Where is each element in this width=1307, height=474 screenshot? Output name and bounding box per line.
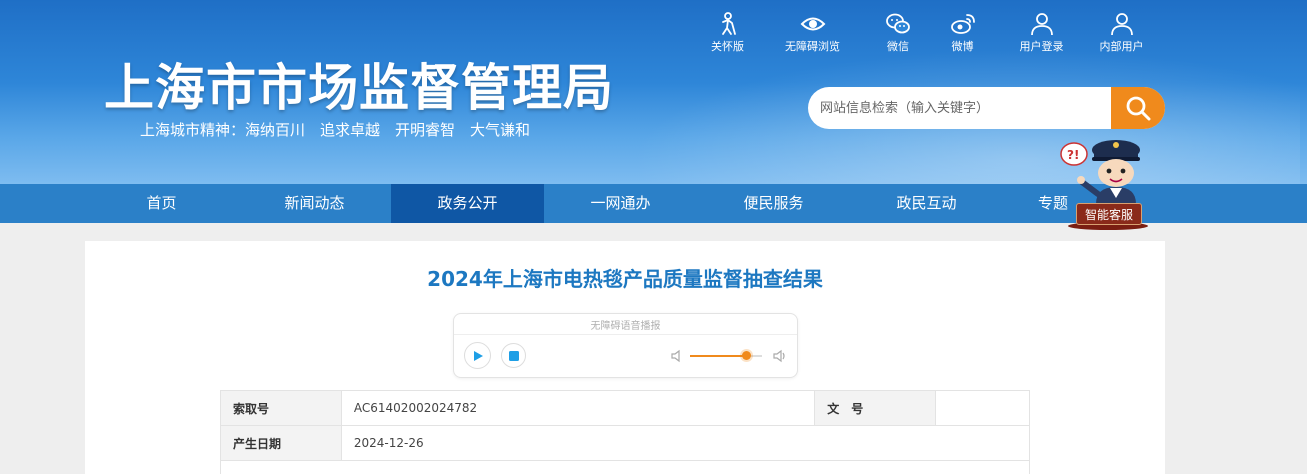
date-label: 产生日期	[220, 425, 342, 461]
audio-player-label: 无障碍语音播报	[454, 317, 797, 335]
internal-user-button[interactable]: 内部用户	[1084, 12, 1159, 54]
svg-text:?!: ?!	[1067, 148, 1079, 162]
date-value: 2024-12-26	[340, 425, 1031, 461]
user-login-button[interactable]: 用户登录	[999, 12, 1084, 54]
customer-service-label[interactable]: 智能客服	[1076, 203, 1142, 225]
table-row: 索取号 AC61402002024782 文 号	[220, 390, 1030, 426]
elder-care-icon	[721, 12, 736, 35]
wechat-label: 微信	[887, 40, 909, 53]
internal-user-label: 内部用户	[1099, 40, 1144, 53]
top-toolbar: 关怀版 无障碍浏览 微信 微博 用户登录 内部用户	[700, 12, 1159, 54]
weibo-label: 微博	[951, 40, 974, 53]
nav-item-news[interactable]: 新闻动态	[238, 184, 391, 223]
document-number-value	[935, 390, 1030, 426]
elder-care-label: 关怀版	[711, 40, 744, 53]
stop-icon	[508, 350, 519, 361]
eye-icon	[800, 17, 825, 31]
play-icon	[473, 350, 483, 361]
article-title: 2024年上海市电热毯产品质量监督抽查结果	[427, 267, 823, 291]
volume-slider[interactable]	[690, 351, 762, 360]
table-row	[220, 460, 1030, 474]
stop-button[interactable]	[501, 343, 526, 368]
accessible-browse-button[interactable]: 无障碍浏览	[755, 12, 870, 54]
site-search	[808, 87, 1165, 129]
nav-item-government-affairs[interactable]: 政务公开	[391, 184, 544, 223]
nav-item-public-service[interactable]: 便民服务	[697, 184, 850, 223]
volume-low-icon	[671, 349, 680, 363]
weibo-button[interactable]: 微博	[926, 12, 999, 54]
search-button[interactable]	[1111, 87, 1165, 129]
site-title[interactable]: 上海市市场监督管理局	[104, 48, 614, 120]
index-number-value: AC61402002024782	[340, 390, 816, 426]
volume-high-icon	[773, 349, 785, 363]
accessible-browse-label: 无障碍浏览	[785, 40, 840, 53]
document-number-label: 文 号	[814, 390, 937, 426]
wechat-button[interactable]: 微信	[870, 12, 926, 54]
city-spirit-slogan: 上海城市精神：海纳百川 追求卓越 开明睿智 大气谦和	[140, 121, 531, 139]
nav-item-home[interactable]: 首页	[85, 184, 238, 223]
elder-care-mode-button[interactable]: 关怀版	[700, 12, 755, 54]
audio-player: 无障碍语音播报	[453, 313, 798, 378]
search-icon	[1126, 96, 1151, 121]
nav-item-interaction[interactable]: 政民互动	[850, 184, 1003, 223]
play-button[interactable]	[464, 342, 491, 369]
user-icon	[1110, 13, 1133, 36]
user-login-label: 用户登录	[1019, 40, 1064, 53]
nav-item-one-stop-service[interactable]: 一网通办	[544, 184, 697, 223]
volume-fill	[690, 355, 747, 357]
article-container: 2024年上海市电热毯产品质量监督抽查结果 无障碍语音播报 索取号 AC6140…	[85, 241, 1165, 474]
document-info-table: 索取号 AC61402002024782 文 号 产生日期 2024-12-26	[220, 390, 1031, 474]
table-row: 产生日期 2024-12-26	[220, 425, 1031, 461]
search-input[interactable]	[820, 87, 1110, 129]
user-icon	[1030, 13, 1053, 36]
volume-knob[interactable]	[742, 351, 752, 360]
index-number-label: 索取号	[220, 390, 342, 426]
table-cell-empty	[220, 460, 1030, 474]
wechat-icon	[886, 13, 910, 34]
weibo-icon	[950, 14, 975, 34]
